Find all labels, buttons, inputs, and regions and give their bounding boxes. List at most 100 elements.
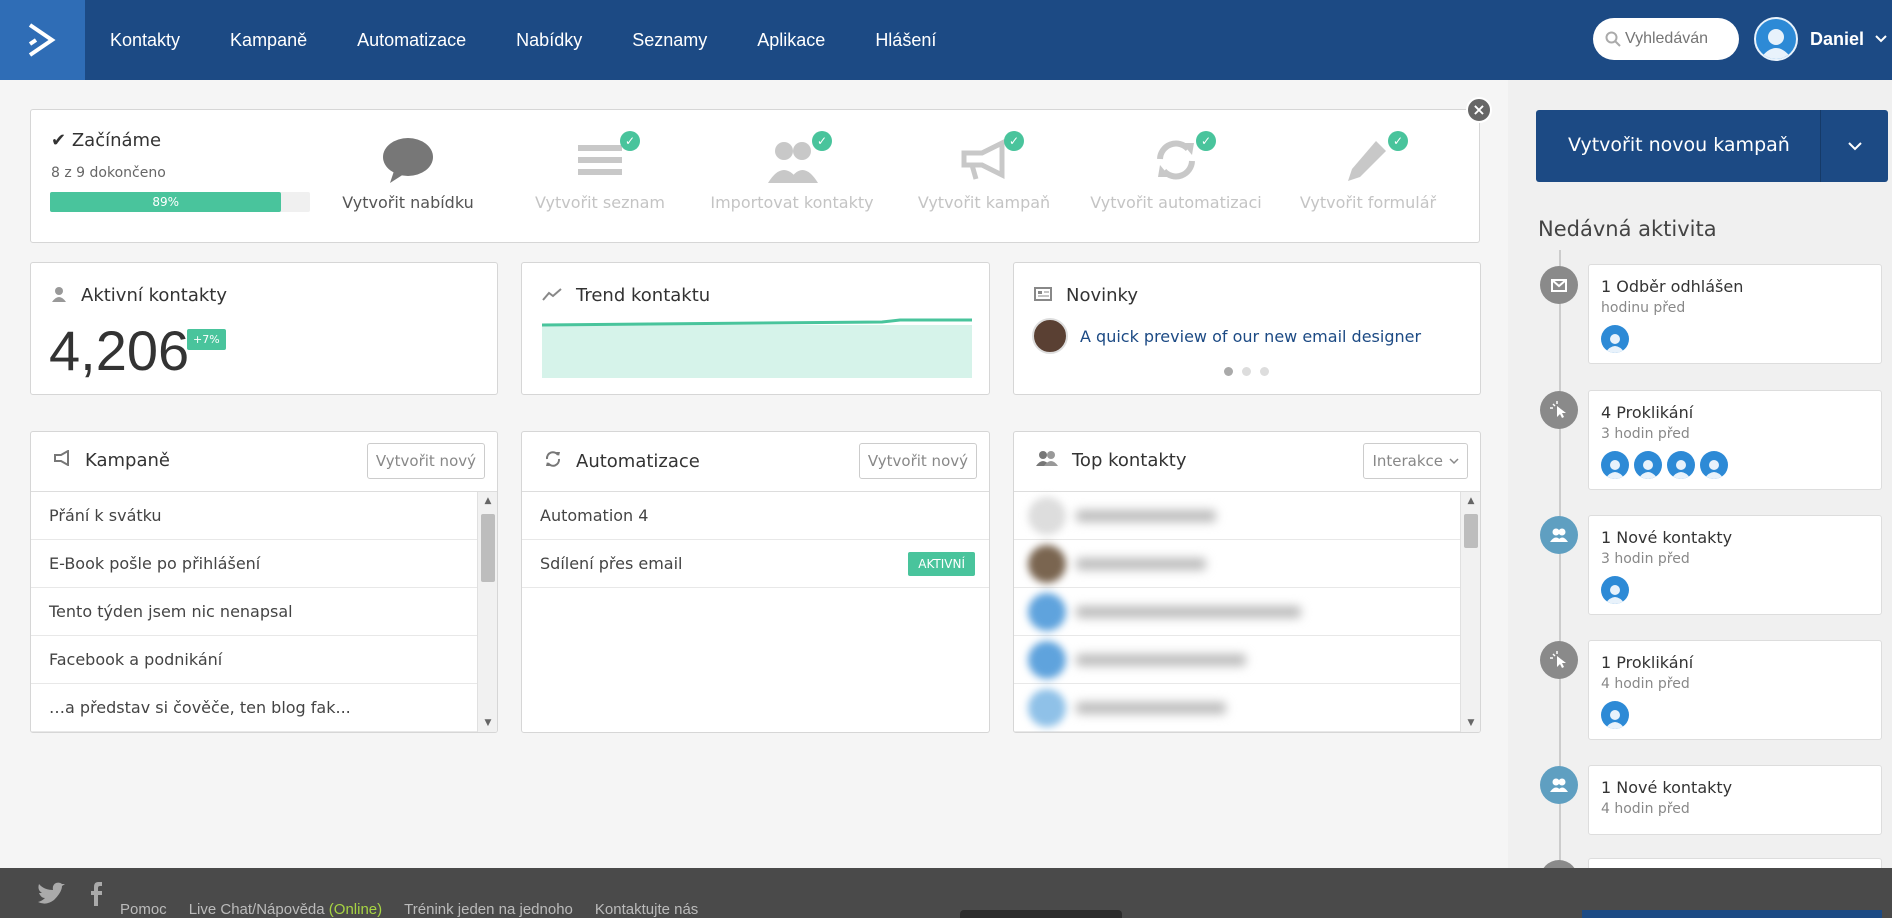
avatar[interactable] [1601,451,1629,479]
step-create-offer[interactable]: Vytvořit nabídku [313,135,503,212]
footer-link-training[interactable]: Trénink jeden na jednoho [404,901,573,918]
scrollbar[interactable]: ▲ ▼ [1460,492,1480,732]
new-contacts-icon [1540,516,1578,554]
step-label: Importovat kontakty [710,193,874,212]
top-navigation-bar: Kontakty Kampaně Automatizace Nabídky Se… [0,0,1892,80]
cta-dropdown-toggle[interactable] [1820,110,1888,182]
carousel-dot[interactable] [1224,367,1233,376]
list-item[interactable]: Automation 4 [522,492,989,540]
scroll-down-icon[interactable]: ▼ [1461,714,1480,732]
nav-item-seznamy[interactable]: Seznamy [632,30,707,51]
footer-link-help[interactable]: Pomoc [120,901,167,918]
create-campaign-cta[interactable]: Vytvořit novou kampaň [1536,110,1888,182]
step-label: Vytvořit automatizaci [1090,193,1262,212]
news-item[interactable]: A quick preview of our new email designe… [1032,318,1421,354]
new-contacts-icon [1540,766,1578,804]
activity-time: hodinu před [1601,300,1686,316]
activity-avatars [1601,576,1634,604]
card-title: Novinky [1066,285,1138,306]
right-sidebar: Vytvořit novou kampaň Nedávná aktivita 1… [1508,80,1892,898]
step-label: Vytvořit seznam [534,193,665,212]
footer-dark-tab[interactable] [960,910,1122,918]
step-create-form[interactable]: ✓ Vytvořit formulář [1273,131,1463,212]
user-menu[interactable]: Daniel [1754,17,1888,61]
user-name: Daniel [1810,28,1865,49]
search-input[interactable] [1625,30,1725,48]
list-item[interactable]: Přání k svátku [31,492,477,540]
avatar[interactable] [1601,701,1629,729]
avatar[interactable] [1700,451,1728,479]
create-automation-button[interactable]: Vytvořit nový [858,443,977,479]
step-create-list[interactable]: ✓ Vytvořit seznam [505,131,695,212]
facebook-icon[interactable] [86,882,106,906]
create-campaign-button[interactable]: Vytvořit nový [366,443,485,479]
avatar[interactable] [1601,576,1629,604]
contact-row[interactable] [1014,588,1460,636]
contact-row[interactable] [1014,540,1460,588]
nav-item-kampane[interactable]: Kampaně [230,30,307,51]
status-badge: AKTIVNÍ [908,552,975,576]
activity-card[interactable]: 1 Nové kontakty 3 hodin před [1588,515,1882,615]
active-contacts-card: Aktivní kontakty 4,206 +7% [30,262,498,395]
list-item[interactable]: Sdílení přes email AKTIVNÍ [522,540,989,588]
automation-list: Automation 4 Sdílení přes email AKTIVNÍ [522,492,989,588]
twitter-icon[interactable] [36,882,66,906]
activity-card[interactable]: 1 Nové kontakty 4 hodin před [1588,765,1882,835]
footer-blue-tab[interactable] [1582,910,1882,918]
panel-title: Automatizace [576,451,700,472]
list-item[interactable]: E-Book pošle po přihlášení [31,540,477,588]
contact-email-redacted [1076,509,1216,522]
search-box[interactable] [1593,18,1739,60]
scroll-up-icon[interactable]: ▲ [478,492,497,510]
panel-title: Kampaně [85,450,170,471]
scroll-thumb[interactable] [481,514,495,582]
scroll-up-icon[interactable]: ▲ [1461,492,1480,510]
nav-item-aplikace[interactable]: Aplikace [757,30,825,51]
avatar[interactable] [1667,451,1695,479]
list-item[interactable]: …a představ si čověče, ten blog fak... [31,684,477,732]
scroll-thumb[interactable] [1464,514,1478,548]
user-avatar [1754,17,1798,61]
main-nav: Kontakty Kampaně Automatizace Nabídky Se… [110,0,986,80]
contact-row[interactable] [1014,684,1460,732]
chat-bubble-icon [383,138,433,183]
contact-row[interactable] [1014,636,1460,684]
step-import-contacts[interactable]: ✓ Importovat kontakty [697,131,887,212]
step-create-campaign[interactable]: ✓ Vytvořit kampaň [889,131,1079,212]
recent-activity-heading: Nedávná aktivita [1538,217,1717,241]
contact-trend-card: Trend kontaktu [521,262,990,395]
getting-started-panel: ✔ Začínáme 8 z 9 dokončeno 89% Vytvořit … [30,109,1480,243]
step-create-automation[interactable]: ✓ Vytvořit automatizaci [1081,131,1271,212]
footer-link-contact[interactable]: Kontaktujte nás [595,901,698,918]
activity-card[interactable]: 1 Odběr odhlášen hodinu před [1588,264,1882,364]
person-icon [1760,29,1792,59]
nav-item-hlaseni[interactable]: Hlášení [875,30,936,51]
nav-item-automatizace[interactable]: Automatizace [357,30,466,51]
avatar[interactable] [1634,451,1662,479]
nav-item-kontakty[interactable]: Kontakty [110,30,180,51]
unsubscribe-icon [1540,266,1578,304]
activity-title: 1 Nové kontakty [1601,528,1733,547]
step-label: Vytvořit nabídku [342,193,474,212]
nav-item-nabidky[interactable]: Nabídky [516,30,582,51]
list-item[interactable]: Tento týden jsem nic nenapsal [31,588,477,636]
card-title: Trend kontaktu [576,285,711,306]
interaction-filter-dropdown[interactable]: Interakce [1363,443,1468,479]
footer-link-livechat[interactable]: Live Chat/Nápověda (Online) [189,901,382,918]
activity-card[interactable]: 1 Proklikání 4 hodin před [1588,640,1882,740]
activity-time: 3 hodin před [1601,551,1690,567]
scrollbar[interactable]: ▲ ▼ [477,492,497,732]
activity-card[interactable]: 4 Proklikání 3 hodin před [1588,390,1882,490]
app-logo[interactable] [0,0,85,80]
click-icon [1540,391,1578,429]
contact-count: 4,206 [49,319,190,382]
list-item[interactable]: Facebook a podnikání [31,636,477,684]
close-icon[interactable]: × [1466,97,1492,123]
avatar[interactable] [1601,325,1629,353]
scroll-down-icon[interactable]: ▼ [478,714,497,732]
carousel-dot[interactable] [1260,367,1269,376]
trend-line-icon [542,286,562,305]
news-link[interactable]: A quick preview of our new email designe… [1080,327,1421,346]
contact-row[interactable] [1014,492,1460,540]
carousel-dot[interactable] [1242,367,1251,376]
